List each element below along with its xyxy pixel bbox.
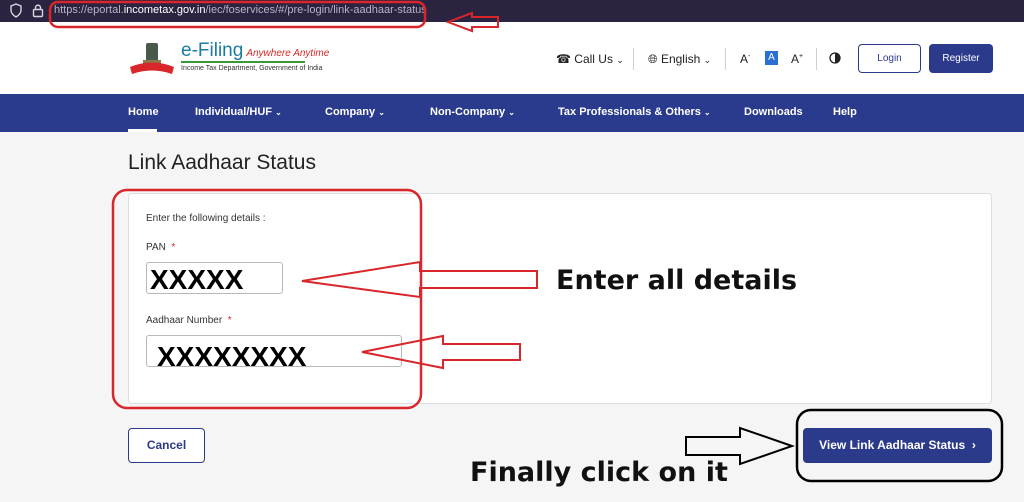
annotation-enter-details: Enter all details [556, 265, 798, 296]
chevron-down-icon: ⌄ [616, 55, 624, 65]
chevron-down-icon: ⌄ [703, 108, 711, 117]
logo-subtitle: Income Tax Department, Government of Ind… [181, 65, 323, 72]
divider [816, 48, 817, 70]
annotation-click-note: Finally click on it [470, 457, 728, 488]
page-title: Link Aadhaar Status [128, 151, 316, 174]
shield-icon [10, 3, 22, 18]
nav-non-company[interactable]: Non-Company ⌄ [430, 106, 515, 118]
url-text[interactable]: https://eportal.incometax.gov.in/iec/fos… [54, 4, 427, 16]
chevron-down-icon: ⌄ [508, 108, 515, 117]
nav-company[interactable]: Company ⌄ [325, 106, 385, 118]
font-normal-button[interactable]: A [765, 51, 778, 65]
nav-downloads[interactable]: Downloads [744, 106, 803, 118]
divider [725, 48, 726, 70]
details-card [128, 193, 992, 404]
logo-title: e-Filing Anywhere Anytime [181, 40, 330, 61]
active-indicator [128, 129, 157, 132]
nav-home[interactable]: Home [128, 106, 159, 118]
aadhaar-label: Aadhaar Number * [146, 315, 232, 326]
font-increase-button[interactable]: A+ [791, 52, 803, 66]
main-nav: Home Individual/HUF ⌄ Company ⌄ Non-Comp… [0, 94, 1024, 132]
pan-input[interactable]: XXXXX [146, 262, 283, 294]
cancel-button[interactable]: Cancel [128, 428, 205, 463]
nav-help[interactable]: Help [833, 106, 857, 118]
aadhaar-input[interactable]: XXXXXXXX [146, 335, 402, 367]
instructions-text: Enter the following details : [146, 213, 266, 224]
language-menu[interactable]: 🌐︎ English ⌄ [648, 52, 711, 67]
lock-icon [32, 4, 44, 18]
logo-divider [181, 61, 305, 63]
nav-tax-professionals[interactable]: Tax Professionals & Others ⌄ [558, 106, 711, 118]
contrast-icon[interactable] [829, 52, 841, 64]
emblem-logo [130, 43, 174, 74]
register-button[interactable]: Register [929, 44, 993, 73]
call-us-menu[interactable]: ☎ Call Us ⌄ [556, 52, 624, 66]
chevron-right-icon: › [971, 438, 976, 452]
chevron-down-icon: ⌄ [378, 108, 385, 117]
pan-label: PAN * [146, 242, 176, 253]
login-button[interactable]: Login [858, 44, 921, 73]
phone-icon: ☎ [556, 52, 571, 66]
browser-address-bar: https://eportal.incometax.gov.in/iec/fos… [0, 0, 1024, 22]
divider [633, 48, 634, 70]
font-decrease-button[interactable]: A- [740, 52, 750, 66]
chevron-down-icon: ⌄ [703, 55, 712, 65]
chevron-down-icon: ⌄ [275, 108, 282, 117]
site-header: e-Filing Anywhere Anytime Income Tax Depa… [0, 22, 1024, 94]
view-link-aadhaar-status-button[interactable]: View Link Aadhaar Status › [803, 428, 992, 463]
globe-icon: 🌐︎ [648, 52, 658, 66]
nav-individual-huf[interactable]: Individual/HUF ⌄ [195, 106, 282, 118]
